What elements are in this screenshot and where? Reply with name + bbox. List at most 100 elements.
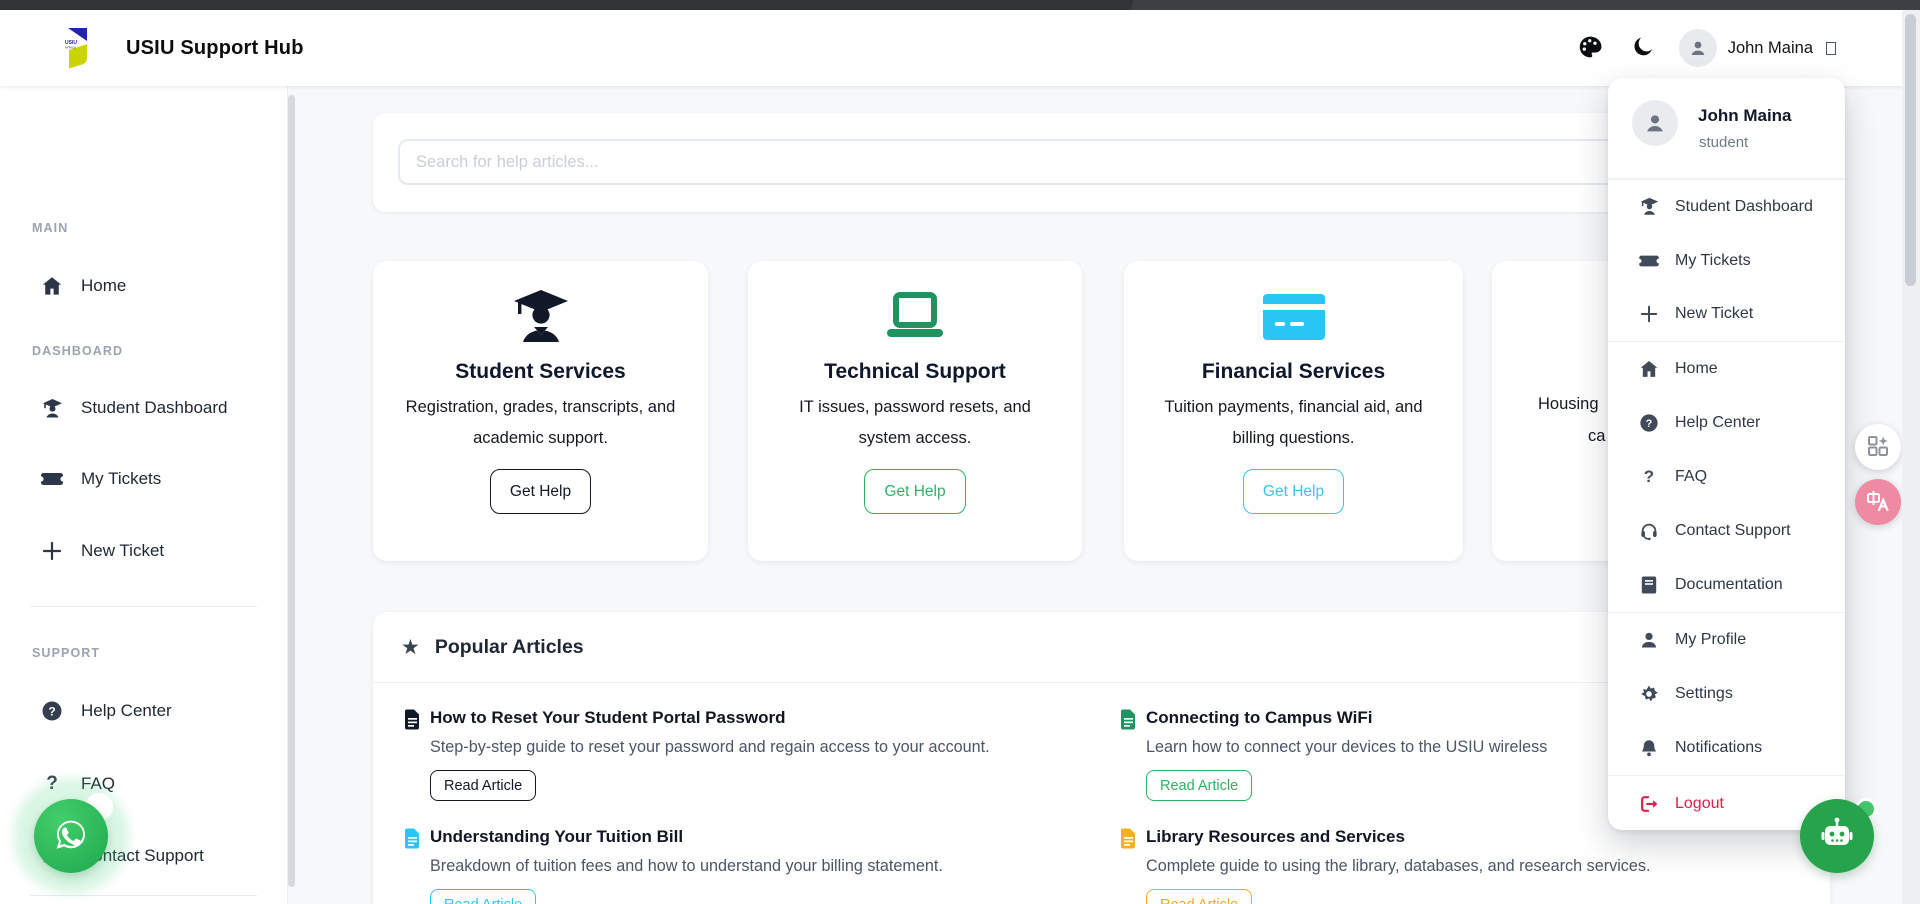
menu-item-my-profile[interactable]: My Profile (1608, 613, 1845, 667)
user-menu-group: Student Dashboard My Tickets New Ticket (1608, 179, 1845, 341)
page-title: USIU Support Hub (126, 37, 304, 60)
menu-item-notifications[interactable]: Notifications (1608, 721, 1845, 775)
menu-item-my-tickets[interactable]: My Tickets (1608, 234, 1845, 288)
help-circle-icon: ? (1638, 413, 1660, 433)
plus-icon (40, 541, 64, 561)
service-card-student-services[interactable]: Student Services Registration, grades, t… (373, 261, 708, 561)
article-description: Step-by-step guide to reset your passwor… (430, 736, 990, 758)
avatar (1632, 100, 1678, 146)
get-help-button[interactable]: Get Help (1243, 469, 1344, 514)
theme-palette-button[interactable] (1573, 31, 1607, 65)
service-card-technical-support[interactable]: Technical Support IT issues, password re… (748, 261, 1082, 561)
user-menu-group: My Profile Settings Noti (1608, 612, 1845, 775)
menu-item-documentation[interactable]: Documentation (1608, 558, 1845, 612)
article-title[interactable]: Connecting to Campus WiFi (1146, 707, 1547, 729)
moon-icon (1632, 36, 1654, 61)
browser-top-strip (0, 0, 1920, 10)
article-title[interactable]: Library Resources and Services (1146, 826, 1650, 848)
document-icon (1120, 709, 1137, 735)
article-description: Breakdown of tuition fees and how to und… (430, 855, 943, 877)
person-icon (1638, 630, 1660, 650)
usiu-logo: USIU AFRICA (60, 27, 88, 69)
user-name: John Maina (1728, 39, 1813, 58)
article-description: Complete guide to using the library, dat… (1146, 855, 1650, 877)
user-menu-group: Home ? Help Center ? FAQ (1608, 341, 1845, 612)
screenshot-widget-button[interactable] (1855, 424, 1901, 470)
graduation-icon (1638, 196, 1660, 217)
sidebar-section-support: SUPPORT (32, 646, 100, 660)
svg-text:?: ? (48, 705, 55, 719)
document-icon (404, 828, 421, 854)
palette-icon (1578, 35, 1602, 62)
gear-icon (1638, 684, 1660, 704)
menu-item-faq[interactable]: ? FAQ (1608, 450, 1845, 504)
sidebar-section-dashboard: DASHBOARD (32, 344, 123, 358)
sidebar-item-my-tickets[interactable]: My Tickets (0, 459, 287, 499)
ticket-icon (1638, 253, 1660, 269)
service-title: Financial Services (1202, 360, 1385, 384)
article-campus-wifi: Connecting to Campus WiFi Learn how to c… (1120, 707, 1547, 801)
assistant-chat-button[interactable] (1800, 799, 1874, 873)
whatsapp-button[interactable] (34, 799, 108, 873)
service-title: Technical Support (824, 360, 1006, 384)
sidebar-scrollbar[interactable] (288, 95, 295, 887)
get-help-button[interactable]: Get Help (490, 469, 591, 514)
sidebar-bottom-divider (30, 895, 257, 896)
headset-icon (1638, 521, 1660, 541)
book-icon (1638, 575, 1660, 595)
service-description-fragment: Housing (1538, 395, 1599, 414)
article-library-resources: Library Resources and Services Complete … (1120, 826, 1650, 904)
laptop-icon (882, 286, 948, 348)
user-menu-role: student (1699, 134, 1748, 151)
menu-item-help-center[interactable]: ? Help Center (1608, 396, 1845, 450)
menu-item-settings[interactable]: Settings (1608, 667, 1845, 721)
user-menu-trigger[interactable]: John Maina (1679, 29, 1836, 67)
translate-icon (1865, 488, 1891, 517)
user-dropdown-menu: John Maina student Student Dashboard (1608, 78, 1845, 830)
menu-item-contact-support[interactable]: Contact Support (1608, 504, 1845, 558)
home-icon (1638, 359, 1660, 379)
service-card-financial-services[interactable]: Financial Services Tuition payments, fin… (1124, 261, 1463, 561)
get-help-button[interactable]: Get Help (864, 469, 965, 514)
user-menu-header: John Maina student (1608, 78, 1845, 179)
read-article-button[interactable]: Read Article (1146, 770, 1252, 801)
sidebar-divider (30, 606, 257, 607)
read-article-button[interactable]: Read Article (1146, 889, 1252, 904)
ticket-icon (40, 470, 64, 488)
svg-text:AFRICA: AFRICA (65, 46, 76, 50)
document-icon (1120, 828, 1137, 854)
menu-item-new-ticket[interactable]: New Ticket (1608, 287, 1845, 341)
article-description: Learn how to connect your devices to the… (1146, 736, 1547, 758)
article-title[interactable]: How to Reset Your Student Portal Passwor… (430, 707, 990, 729)
usiu-support-hub-page: USIU AFRICA USIU Support Hub (0, 0, 1920, 904)
robot-icon (1817, 815, 1857, 858)
sidebar-item-home[interactable]: Home (0, 266, 287, 306)
menu-item-home[interactable]: Home (1608, 342, 1845, 396)
credit-card-icon (1263, 286, 1325, 348)
app-header: USIU AFRICA USIU Support Hub (0, 10, 1920, 86)
translate-widget-button[interactable] (1855, 479, 1901, 525)
sidebar-item-new-ticket[interactable]: New Ticket (0, 531, 287, 571)
whatsapp-icon (51, 815, 91, 858)
sidebar-section-main: MAIN (32, 221, 68, 235)
sidebar-item-help-center[interactable]: ? Help Center (0, 691, 287, 731)
dropdown-indicator-icon (1826, 42, 1836, 55)
page-scrollbar-thumb[interactable] (1905, 14, 1916, 286)
popular-articles-title: Popular Articles (435, 636, 584, 659)
service-description: Registration, grades, transcripts, and a… (373, 392, 708, 454)
plus-icon (1638, 305, 1660, 323)
menu-item-student-dashboard[interactable]: Student Dashboard (1608, 180, 1845, 234)
sidebar-item-student-dashboard[interactable]: Student Dashboard (0, 388, 287, 428)
user-menu-name: John Maina (1698, 106, 1792, 126)
read-article-button[interactable]: Read Article (430, 770, 536, 801)
page-scrollbar-track[interactable] (1902, 10, 1920, 904)
search-input[interactable] (398, 139, 1803, 185)
article-reset-password: How to Reset Your Student Portal Passwor… (404, 707, 990, 801)
read-article-button[interactable]: Read Article (430, 889, 536, 904)
home-icon (40, 275, 64, 297)
graduate-icon (510, 286, 572, 348)
article-title[interactable]: Understanding Your Tuition Bill (430, 826, 943, 848)
dark-mode-toggle[interactable] (1626, 31, 1660, 65)
screenshot-grid-icon (1866, 434, 1890, 461)
browser-tab[interactable] (0, 0, 1133, 10)
